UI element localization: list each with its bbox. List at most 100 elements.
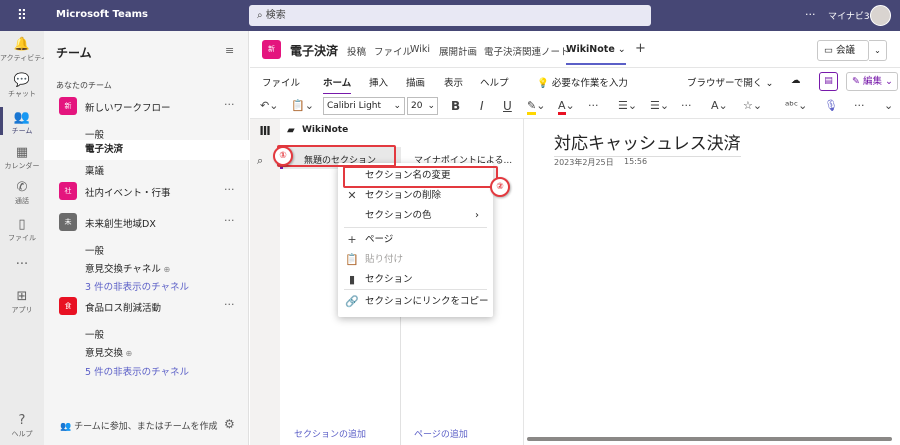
font-color-icon[interactable]: A⌄ <box>558 99 575 115</box>
channel-item[interactable]: 電子決済 <box>44 140 249 160</box>
ctx-item-1[interactable]: ✕ セクションの削除 <box>338 186 493 206</box>
edit-button[interactable]: ✎ 編集 ⌄ <box>846 72 898 91</box>
tag-icon[interactable]: ☆⌄ <box>743 99 762 112</box>
styles-icon[interactable]: A⌄ <box>711 99 728 112</box>
rail-item-3[interactable]: ▦ カレンダー <box>0 145 44 171</box>
team-badge: 未 <box>59 213 77 231</box>
open-in-browser-button[interactable]: ブラウザーで開く ⌄ <box>687 75 773 89</box>
meet-dropdown-chevron-icon[interactable]: ⌄ <box>869 40 887 61</box>
horizontal-scrollbar[interactable] <box>527 437 892 441</box>
notebook-name[interactable]: WikiNote <box>302 125 348 135</box>
font-name-select[interactable]: Calibri Light ⌄ <box>323 97 405 115</box>
rail-item-0[interactable]: 🔔 アクティビティ <box>0 37 48 63</box>
notebooks-icon[interactable]: Ⅲ <box>256 124 274 144</box>
channel-team-badge: 新 <box>262 40 281 59</box>
rail-label: アプリ <box>11 306 33 314</box>
teams-panel: チーム ≡ あなたのチーム 👥 チームに参加、またはチームを作成 ⚙ <box>44 31 249 445</box>
tab-1[interactable]: ファイル <box>374 44 412 58</box>
ctx-item-4: 📋 貼り付け <box>338 250 493 270</box>
ctx-item-3[interactable]: + ページ <box>338 230 493 250</box>
mic-icon[interactable]: ☁ <box>791 75 801 86</box>
add-page-button[interactable]: ページの追加 <box>414 427 468 440</box>
tab-5[interactable]: WikiNote ⌄ <box>566 44 626 65</box>
ctx-item-label: ページ <box>365 234 394 245</box>
search-input[interactable]: ⌕ 検索 <box>249 5 651 26</box>
ctx-item-5[interactable]: ▮ セクション <box>338 270 493 290</box>
channel-item[interactable]: 稟議 <box>85 163 104 177</box>
spelling-icon[interactable]: ᵃᵇᶜ⌄ <box>785 99 807 112</box>
rail-label: ファイル <box>8 234 36 242</box>
team-item[interactable]: 未未来創生地域DX ··· <box>56 213 246 233</box>
menu-5[interactable]: ヘルプ <box>480 75 509 89</box>
rail-item-8[interactable]: ? ヘルプ <box>0 413 44 439</box>
channel-item[interactable]: 一般 <box>85 327 104 341</box>
menu-3[interactable]: 描画 <box>406 75 425 89</box>
channel-label: 意見交換 <box>85 348 124 359</box>
search-icon[interactable]: ⌕ <box>257 154 263 168</box>
nav-strip: Ⅲ ⌕ <box>250 119 280 445</box>
menu-4[interactable]: 表示 <box>444 75 463 89</box>
comment-icon[interactable]: ▤ <box>819 72 838 91</box>
tab-3[interactable]: 展開計画 <box>439 44 477 58</box>
tab-0[interactable]: 投稿 <box>347 44 366 58</box>
italic-button[interactable]: I <box>480 99 484 113</box>
more-icon[interactable]: ··· <box>224 98 235 111</box>
channel-item[interactable]: 意見交換 ⊕ <box>85 345 132 359</box>
hidden-channels-link[interactable]: 3 件の非表示のチャネル <box>85 279 189 293</box>
page-title[interactable]: 対応キャッシュレス決済 <box>554 129 741 157</box>
ctx-item-2[interactable]: セクションの色 › <box>338 206 493 226</box>
team-item[interactable]: 社社内イベント・行事 ··· <box>56 182 246 202</box>
more-icon[interactable]: ··· <box>224 183 235 196</box>
add-tab-icon[interactable]: + <box>635 41 646 56</box>
tab-2[interactable]: Wiki <box>410 44 430 55</box>
tab-4[interactable]: 電子決済関連ノート <box>484 44 570 58</box>
more-icon[interactable]: ··· <box>224 298 235 311</box>
underline-button[interactable]: U <box>503 99 512 113</box>
app-name: Microsoft Teams <box>56 9 148 20</box>
rail-item-5[interactable]: ▯ ファイル <box>0 217 44 243</box>
menu-0[interactable]: ファイル <box>262 75 300 89</box>
avatar[interactable] <box>870 5 891 26</box>
tell-me-box[interactable]: 💡 必要な作業を入力 <box>537 75 628 89</box>
undo-icon[interactable]: ↶⌄ <box>260 99 278 112</box>
team-item[interactable]: 新新しいワークフロー ··· <box>56 97 246 117</box>
page-canvas[interactable]: 対応キャッシュレス決済 2023年2月25日 15:56 <box>523 119 900 445</box>
more-icon[interactable]: ··· <box>224 214 235 227</box>
join-create-team-label: チームに参加、またはチームを作成 <box>74 422 218 432</box>
hidden-channels-link[interactable]: 5 件の非表示のチャネル <box>85 364 189 378</box>
collapse-ribbon-icon[interactable]: ⌄ <box>884 99 893 112</box>
rail-item-1[interactable]: 💬 チャット <box>0 73 44 99</box>
bold-button[interactable]: B <box>451 99 460 113</box>
phone-icon: ✆ <box>16 180 28 195</box>
more-toolbar-icon[interactable]: ··· <box>854 99 865 112</box>
meet-button[interactable]: ▭ 会議 <box>817 40 869 61</box>
ctx-item-6[interactable]: 🔗 セクションにリンクをコピー <box>338 292 493 312</box>
channel-item[interactable]: 一般 <box>85 127 104 141</box>
menu-1[interactable]: ホーム <box>323 75 352 95</box>
bullets-icon[interactable]: ☰⌄ <box>618 99 637 112</box>
formatting-toolbar: ↶⌄ 📋⌄ Calibri Light ⌄ 20 ⌄ B I U ✎⌄ A⌄ ···… <box>250 94 900 119</box>
team-item[interactable]: 食食品ロス削減活動 ··· <box>56 297 246 317</box>
filter-icon[interactable]: ≡ <box>225 44 234 57</box>
menu-2[interactable]: 挿入 <box>369 75 388 89</box>
add-section-button[interactable]: セクションの追加 <box>294 427 366 440</box>
font-size-select[interactable]: 20 ⌄ <box>407 97 438 115</box>
rail-item-7[interactable]: ⊞ アプリ <box>0 289 44 315</box>
rail-item-2[interactable]: 👥 チーム <box>0 110 44 136</box>
channel-item[interactable]: 意見交換チャネル ⊕ <box>85 261 170 275</box>
rail-item-6[interactable]: ··· <box>0 257 44 273</box>
menu-separator <box>344 227 487 228</box>
app-launcher-icon[interactable]: ⠿ <box>14 8 30 24</box>
rail-item-4[interactable]: ✆ 通話 <box>0 180 44 206</box>
channel-item[interactable]: 一般 <box>85 243 104 257</box>
more-list-icon[interactable]: ··· <box>681 99 692 112</box>
highlight-box-section <box>277 145 396 167</box>
dictate-icon[interactable]: 🎙 <box>824 99 838 112</box>
more-format-icon[interactable]: ··· <box>588 99 599 112</box>
highlight-icon[interactable]: ✎⌄ <box>527 99 545 115</box>
numbering-icon[interactable]: ☰⌄ <box>650 99 669 112</box>
gear-icon[interactable]: ⚙ <box>224 417 235 431</box>
clipboard-icon[interactable]: 📋⌄ <box>291 99 314 112</box>
more-options-button[interactable]: ··· <box>805 8 816 21</box>
join-create-team-button[interactable]: 👥 チームに参加、またはチームを作成 <box>60 419 218 432</box>
